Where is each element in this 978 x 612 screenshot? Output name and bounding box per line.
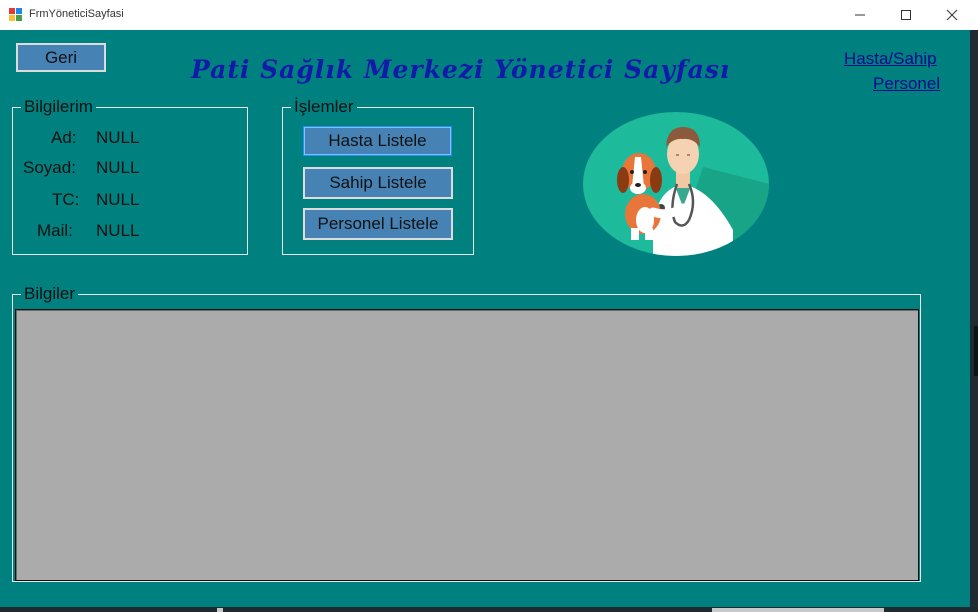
tc-value: NULL	[96, 190, 140, 209]
close-icon	[946, 9, 958, 21]
staff-link[interactable]: Personel	[873, 74, 940, 94]
title-bar: FrmYöneticiSayfasi	[0, 0, 978, 30]
mail-value: NULL	[96, 221, 140, 240]
page-title: Pati Sağlık Merkezi Yönetici Sayfası	[191, 55, 731, 84]
last-name-value: NULL	[96, 158, 140, 177]
scrollbar-thumb[interactable]	[712, 608, 884, 612]
info-legend: Bilgiler	[21, 284, 79, 304]
tc-label: TC:	[52, 190, 80, 209]
vet-with-dog-illustration	[583, 112, 769, 256]
bottom-scroll-strip	[0, 607, 978, 612]
first-name-label: Ad:	[51, 128, 77, 147]
list-staff-button[interactable]: Personel Listele	[303, 208, 453, 240]
back-button[interactable]: Geri	[16, 43, 106, 72]
actions-legend: İşlemler	[291, 97, 357, 117]
data-grid[interactable]	[15, 309, 919, 581]
close-button[interactable]	[929, 0, 975, 30]
first-name-value: NULL	[96, 128, 140, 147]
last-name-label: Soyad:	[23, 158, 76, 177]
window-edge	[970, 30, 978, 612]
maximize-icon	[901, 10, 911, 20]
list-owners-button[interactable]: Sahip Listele	[303, 167, 453, 199]
profile-legend: Bilgilerim	[21, 97, 96, 117]
window-title: FrmYöneticiSayfasi	[29, 8, 124, 20]
maximize-button[interactable]	[883, 0, 929, 30]
list-patients-button[interactable]: Hasta Listele	[303, 126, 452, 156]
app-icon	[9, 8, 22, 21]
patient-owner-link[interactable]: Hasta/Sahip	[844, 49, 937, 69]
mail-label: Mail:	[37, 221, 73, 240]
minimize-button[interactable]	[837, 0, 883, 30]
minimize-icon	[855, 14, 865, 16]
